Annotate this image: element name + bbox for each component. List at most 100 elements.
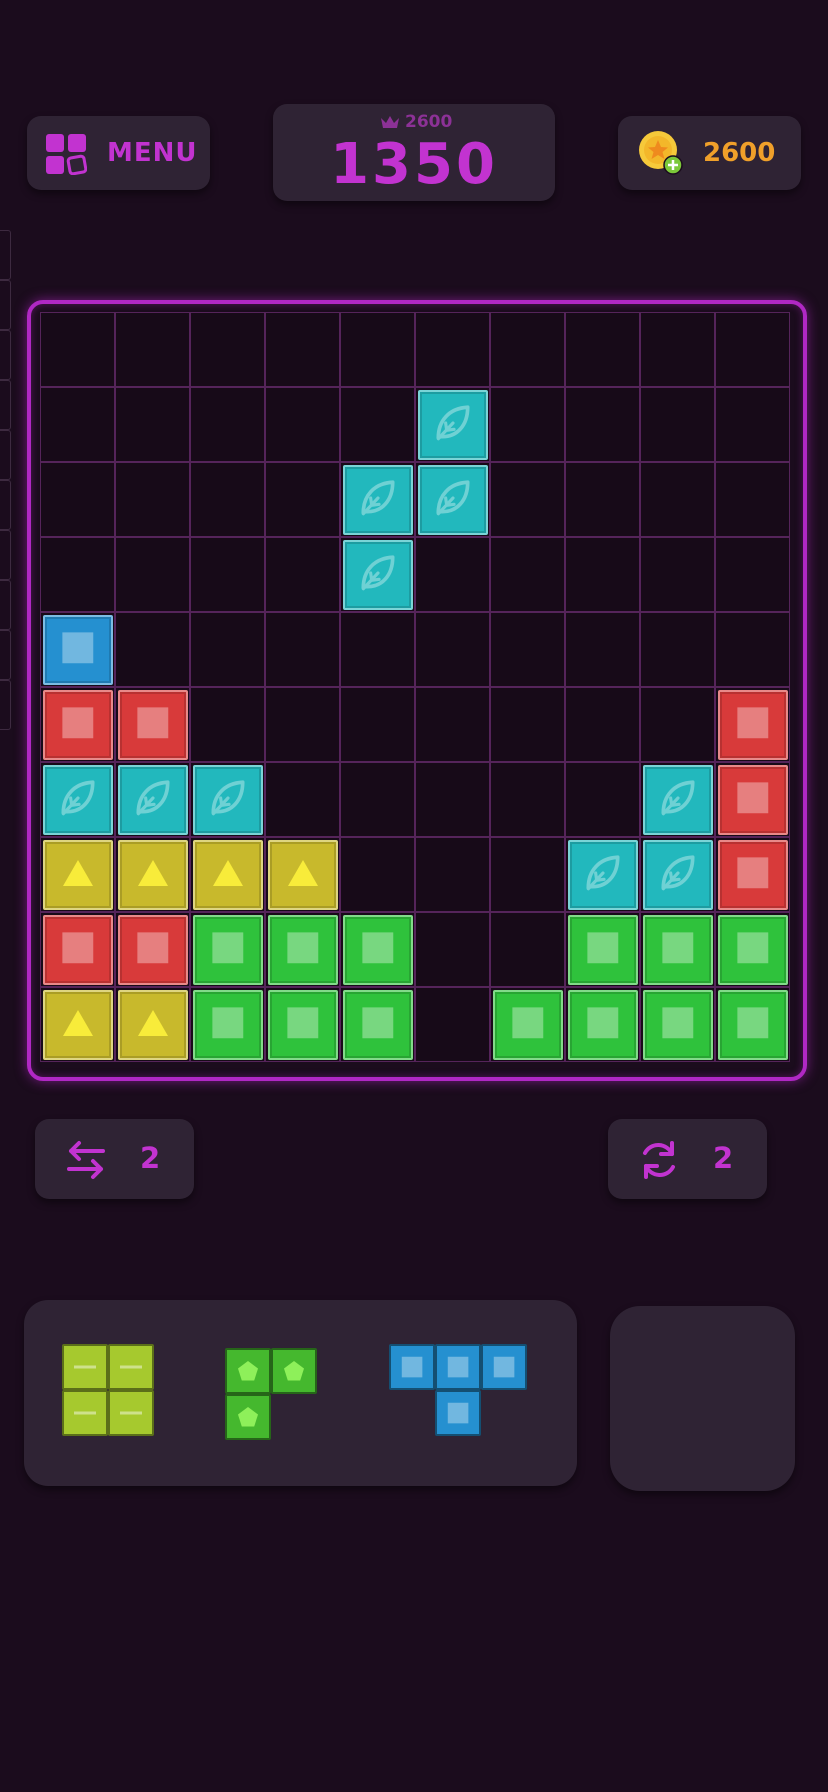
triangle-icon bbox=[211, 858, 245, 892]
board-cell[interactable] bbox=[565, 312, 640, 387]
board-cell[interactable] bbox=[415, 612, 490, 687]
coins-panel[interactable]: 2600 bbox=[618, 116, 801, 190]
board-cell[interactable] bbox=[490, 837, 565, 912]
dash-icon bbox=[74, 1365, 96, 1370]
board-cell[interactable] bbox=[640, 612, 715, 687]
board-cell[interactable] bbox=[340, 312, 415, 387]
board-cell[interactable] bbox=[640, 312, 715, 387]
board-cell[interactable] bbox=[490, 462, 565, 537]
swap-button[interactable]: 2 bbox=[35, 1119, 194, 1199]
board-cell[interactable] bbox=[640, 537, 715, 612]
board-cell[interactable] bbox=[715, 387, 790, 462]
hold-slot[interactable] bbox=[610, 1306, 795, 1491]
board-cell[interactable] bbox=[715, 612, 790, 687]
piece-block bbox=[225, 1394, 271, 1440]
square-icon bbox=[736, 1006, 769, 1043]
coins-value: 2600 bbox=[703, 138, 776, 168]
triangle-icon bbox=[61, 1008, 95, 1042]
board-cell[interactable] bbox=[265, 462, 340, 537]
board-cell[interactable] bbox=[115, 462, 190, 537]
green-block bbox=[342, 989, 413, 1060]
board-cell[interactable] bbox=[565, 387, 640, 462]
board-cell[interactable] bbox=[490, 537, 565, 612]
menu-button[interactable]: MENU bbox=[27, 116, 210, 190]
board-cell[interactable] bbox=[565, 687, 640, 762]
edge-tab bbox=[0, 580, 11, 630]
coin-add-icon bbox=[639, 131, 683, 175]
board-cell[interactable] bbox=[415, 762, 490, 837]
yellow-block bbox=[267, 839, 338, 910]
board-cell[interactable] bbox=[40, 387, 115, 462]
green-block bbox=[567, 989, 638, 1060]
edge-tab bbox=[0, 630, 11, 680]
board-cell[interactable] bbox=[265, 537, 340, 612]
score-panel: 2600 1350 bbox=[273, 104, 555, 201]
board-cell[interactable] bbox=[490, 387, 565, 462]
board-cell[interactable] bbox=[490, 687, 565, 762]
menu-label: MENU bbox=[107, 138, 198, 168]
leaf-icon bbox=[207, 777, 249, 823]
board-cell[interactable] bbox=[265, 612, 340, 687]
board-cell[interactable] bbox=[415, 987, 490, 1062]
board-cell[interactable] bbox=[265, 762, 340, 837]
board-cell[interactable] bbox=[715, 537, 790, 612]
board-cell[interactable] bbox=[490, 912, 565, 987]
board-cell[interactable] bbox=[415, 312, 490, 387]
board-cell[interactable] bbox=[415, 687, 490, 762]
board-cell[interactable] bbox=[265, 687, 340, 762]
board-cell[interactable] bbox=[340, 762, 415, 837]
board-cell[interactable] bbox=[190, 612, 265, 687]
board-cell[interactable] bbox=[340, 687, 415, 762]
crown-icon bbox=[381, 116, 399, 128]
board-cell[interactable] bbox=[265, 312, 340, 387]
board-cell[interactable] bbox=[115, 387, 190, 462]
board-cell[interactable] bbox=[415, 537, 490, 612]
board-cell[interactable] bbox=[340, 612, 415, 687]
edge-tab bbox=[0, 480, 11, 530]
board-cell[interactable] bbox=[40, 537, 115, 612]
green-block bbox=[492, 989, 563, 1060]
game-board[interactable] bbox=[40, 312, 790, 1063]
board-cell[interactable] bbox=[190, 687, 265, 762]
board-cell[interactable] bbox=[640, 462, 715, 537]
leaf-icon bbox=[432, 402, 474, 448]
board-cell[interactable] bbox=[715, 462, 790, 537]
board-cell[interactable] bbox=[265, 387, 340, 462]
piece-block bbox=[389, 1344, 435, 1390]
rotate-button[interactable]: 2 bbox=[608, 1119, 767, 1199]
board-cell[interactable] bbox=[565, 462, 640, 537]
board-cell[interactable] bbox=[40, 462, 115, 537]
board-cell[interactable] bbox=[565, 537, 640, 612]
board-cell[interactable] bbox=[340, 837, 415, 912]
board-cell[interactable] bbox=[115, 612, 190, 687]
board-cell[interactable] bbox=[640, 687, 715, 762]
board-cell[interactable] bbox=[190, 537, 265, 612]
board-cell[interactable] bbox=[565, 762, 640, 837]
board-cell[interactable] bbox=[640, 387, 715, 462]
board-cell[interactable] bbox=[190, 312, 265, 387]
board-cell[interactable] bbox=[715, 312, 790, 387]
board-cell[interactable] bbox=[115, 537, 190, 612]
triangle-icon bbox=[136, 1008, 170, 1042]
pentagon-icon bbox=[282, 1359, 306, 1383]
green-block bbox=[192, 914, 263, 985]
board-cell[interactable] bbox=[565, 612, 640, 687]
board-cell[interactable] bbox=[415, 837, 490, 912]
board-cell[interactable] bbox=[490, 312, 565, 387]
triangle-icon bbox=[61, 858, 95, 892]
board-cell[interactable] bbox=[190, 387, 265, 462]
piece-block bbox=[435, 1344, 481, 1390]
current-score: 1350 bbox=[330, 132, 498, 197]
edge-tab bbox=[0, 380, 11, 430]
board-cell[interactable] bbox=[40, 312, 115, 387]
best-score: 2600 bbox=[405, 112, 453, 132]
green-block bbox=[642, 989, 713, 1060]
leaf-icon bbox=[57, 777, 99, 823]
green-block bbox=[267, 914, 338, 985]
board-cell[interactable] bbox=[415, 912, 490, 987]
board-cell[interactable] bbox=[340, 387, 415, 462]
board-cell[interactable] bbox=[115, 312, 190, 387]
board-cell[interactable] bbox=[490, 762, 565, 837]
board-cell[interactable] bbox=[490, 612, 565, 687]
board-cell[interactable] bbox=[190, 462, 265, 537]
